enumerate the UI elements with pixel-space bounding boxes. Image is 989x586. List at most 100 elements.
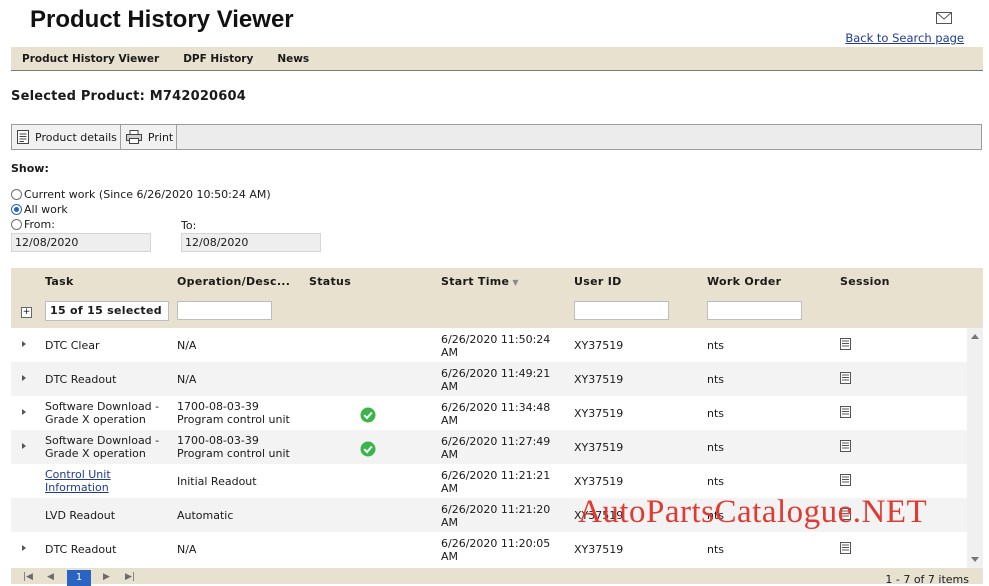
check-circle-icon [360,407,376,423]
session-log-icon[interactable] [840,406,851,418]
work-order-cell: nts [707,339,725,352]
table-row[interactable]: DTC Readout N/A 6/26/2020 11:20:05 AM XY3751… [11,532,967,566]
expand-row-icon[interactable] [22,443,26,449]
start-time-line: AM [441,550,459,563]
session-log-icon[interactable] [840,542,851,554]
operation-line: N/A [177,543,197,556]
print-button[interactable]: Print [120,125,178,149]
operation-line: Program control unit [177,413,290,426]
radio-current-work[interactable]: Current work (Since 6/26/2020 10:50:24 A… [11,188,271,201]
column-start-time-label: Start Time [441,275,510,288]
radio-all-work[interactable]: All work [11,203,68,216]
expand-row-icon[interactable] [22,341,26,347]
table-row[interactable]: Software Download - Grade X operation 170… [11,430,967,464]
last-page-icon[interactable]: ▶| [125,572,135,582]
task-cell: Software Download - Grade X operation [45,434,160,460]
radio-from[interactable]: From: [11,218,55,231]
column-status[interactable]: Status [309,275,351,288]
radio-button[interactable] [11,189,22,200]
radio-button-checked[interactable] [11,204,22,215]
session-log-icon[interactable] [840,474,851,486]
operation-cell: 1700-08-03-39 Program control unit [177,400,307,426]
start-time-line: AM [441,482,459,495]
expand-row-icon[interactable] [22,375,26,381]
product-details-button[interactable]: Product details [12,125,121,149]
task-cell: DTC Clear [45,339,100,352]
column-work-order[interactable]: Work Order [707,275,781,288]
expand-row-icon[interactable] [22,545,26,551]
expand-row-icon[interactable] [22,409,26,415]
operation-cell: N/A [177,543,307,556]
first-page-icon[interactable]: |◀ [23,572,33,582]
nav-dpf-history[interactable]: DPF History [183,53,253,65]
column-start-time[interactable]: Start Time ▼ [441,275,519,288]
next-page-icon[interactable]: ▶ [103,572,110,582]
operation-cell: N/A [177,339,307,352]
grid-scrollbar[interactable] [967,328,983,568]
operation-line: 1700-08-03-39 [177,400,259,413]
nav-news[interactable]: News [277,53,309,65]
toolbar: Product details Print [11,124,982,150]
operation-cell: 1700-08-03-39 Program control unit [177,434,307,460]
session-cell [840,474,851,489]
operation-line: Automatic [177,509,234,522]
user-id-filter-input[interactable] [574,301,669,320]
radio-button[interactable] [11,219,22,230]
operation-filter-input[interactable] [177,301,272,320]
radio-from-label: From: [24,218,55,231]
nav-product-history-viewer[interactable]: Product History Viewer [22,53,159,65]
pager: |◀ ◀ 1 ▶ ▶| 1 - 7 of 7 items [11,568,983,586]
session-cell [840,406,851,421]
work-order-cell: nts [707,475,725,488]
table-row[interactable]: Control Unit Information Initial Readout 6… [11,464,967,498]
session-log-icon[interactable] [840,338,851,350]
start-time-cell: 6/26/2020 11:20:05 AM [441,537,571,563]
start-time-line: 6/26/2020 11:21:21 [441,469,551,482]
start-time-line: 6/26/2020 11:20:05 [441,537,551,550]
column-session[interactable]: Session [840,275,890,288]
task-cell: Control Unit Information [45,468,170,494]
prev-page-icon[interactable]: ◀ [47,572,54,582]
mail-icon[interactable] [936,12,952,24]
session-cell [840,542,851,557]
column-task[interactable]: Task [45,275,74,288]
start-time-line: AM [441,414,459,427]
table-row[interactable]: DTC Readout N/A 6/26/2020 11:49:21 AM XY3751… [11,362,967,396]
start-time-cell: 6/26/2020 11:27:49 AM [441,435,571,461]
start-time-line: AM [441,380,459,393]
operation-line: N/A [177,339,197,352]
status-cell [360,407,376,426]
start-time-cell: 6/26/2020 11:50:24 AM [441,333,571,359]
table-row[interactable]: Software Download - Grade X operation 170… [11,396,967,430]
scroll-up-icon[interactable] [971,334,979,339]
back-to-search-link[interactable]: Back to Search page [845,31,964,45]
task-cell: DTC Readout [45,373,117,386]
expand-all-icon[interactable]: + [21,307,32,318]
task-link[interactable]: Control Unit Information [45,468,111,494]
task-filter-select[interactable]: 15 of 15 selected [45,301,169,321]
column-user-id[interactable]: User ID [574,275,622,288]
user-id-cell: XY37519 [574,339,624,352]
work-order-cell: nts [707,407,725,420]
start-time-line: AM [441,346,459,359]
scroll-down-icon[interactable] [971,557,979,562]
operation-line: Initial Readout [177,475,257,488]
work-order-cell: nts [707,441,725,454]
user-id-cell: XY37519 [574,373,624,386]
pager-info: 1 - 7 of 7 items [885,573,969,586]
to-date-field[interactable]: 12/08/2020 [181,233,321,252]
user-id-cell: XY37519 [574,475,624,488]
start-time-line: AM [441,448,459,461]
operation-cell: N/A [177,373,307,386]
selected-product-label: Selected Product: M742020604 [11,89,247,104]
work-order-filter-input[interactable] [707,301,802,320]
column-operation[interactable]: Operation/Desc... [177,275,290,288]
from-date-field[interactable]: 12/08/2020 [11,233,151,252]
start-time-line: 6/26/2020 11:27:49 [441,435,551,448]
session-log-icon[interactable] [840,372,851,384]
operation-line: N/A [177,373,197,386]
grid-header: Task Operation/Desc... Status Start Time… [11,268,983,328]
session-cell [840,440,851,455]
table-row[interactable]: DTC Clear N/A 6/26/2020 11:50:24 AM XY37519 n… [11,328,967,362]
session-log-icon[interactable] [840,440,851,452]
